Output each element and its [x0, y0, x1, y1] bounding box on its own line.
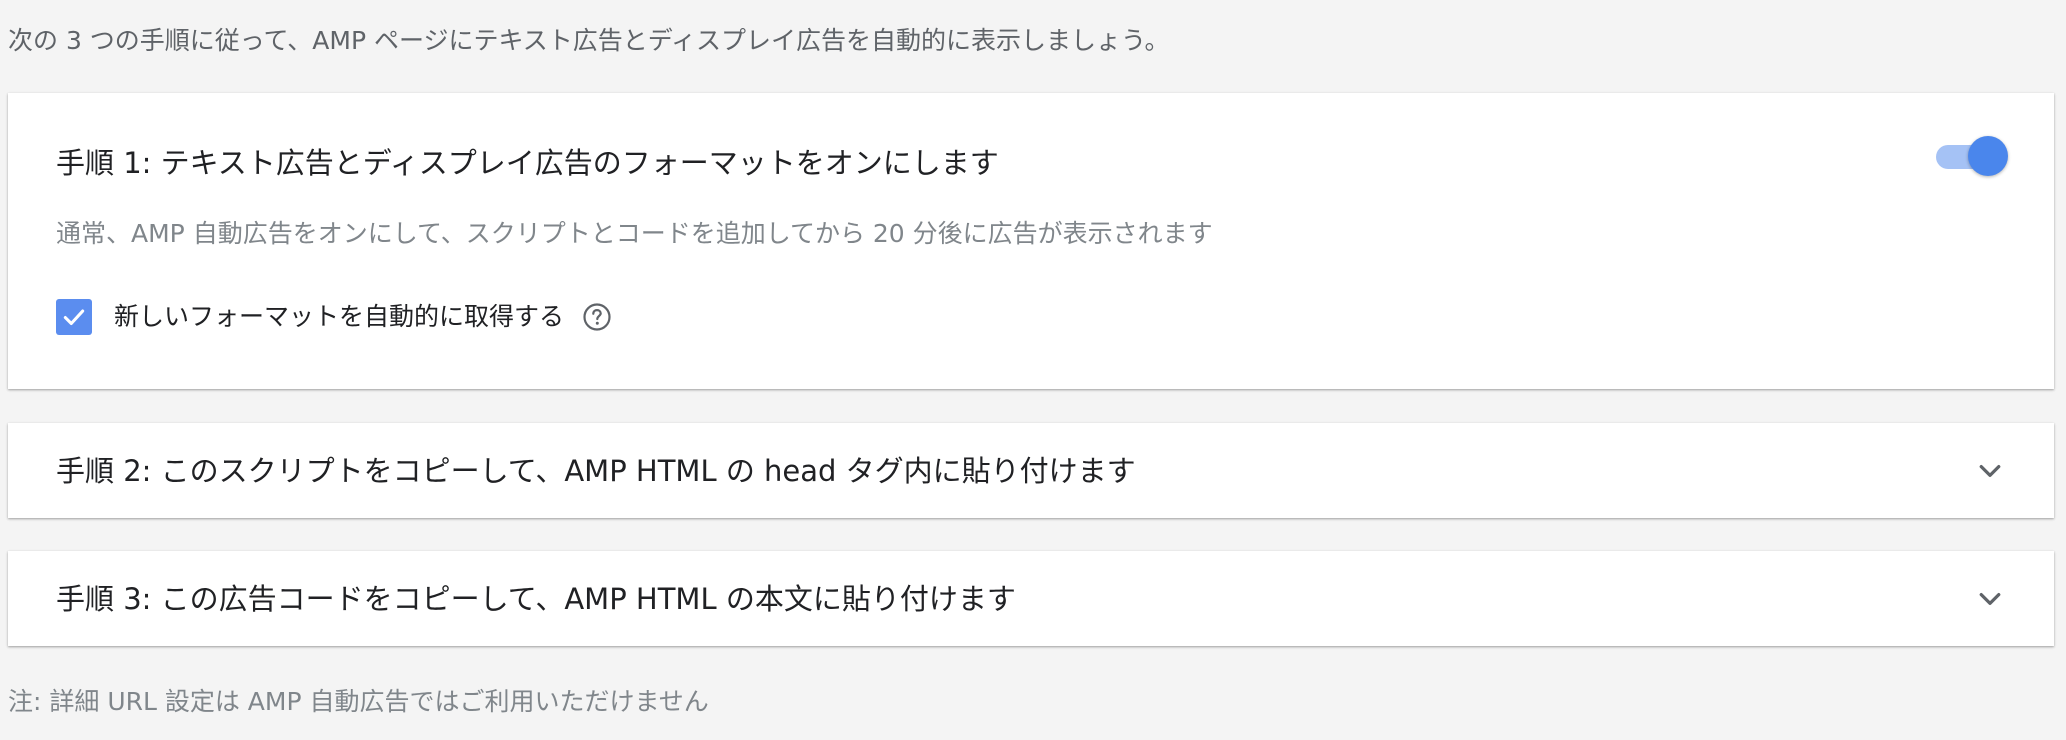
help-circle-icon[interactable] [582, 302, 612, 332]
auto-formats-checkbox[interactable] [56, 299, 92, 335]
amp-auto-ads-page: 次の 3 つの手順に従って、AMP ページにテキスト広告とディスプレイ広告を自動… [0, 0, 2066, 740]
step-3-card[interactable]: 手順 3: この広告コードをコピーして、AMP HTML の本文に貼り付けます [8, 551, 2054, 646]
chevron-down-icon [1979, 465, 2001, 477]
auto-formats-label[interactable]: 新しいフォーマットを自動的に取得する [114, 300, 564, 334]
formats-toggle[interactable] [1936, 135, 2008, 176]
toggle-thumb [1968, 136, 2008, 176]
note-text: 注: 詳細 URL 設定は AMP 自動広告ではご利用いただけません [8, 687, 709, 716]
step-1-title: 手順 1: テキスト広告とディスプレイ広告のフォーマットをオンにします [56, 146, 999, 180]
step-1-card: 手順 1: テキスト広告とディスプレイ広告のフォーマットをオンにします 通常、A… [8, 93, 2054, 389]
chevron-down-icon [1979, 593, 2001, 605]
step-2-title: 手順 2: このスクリプトをコピーして、AMP HTML の head タグ内に… [56, 454, 1136, 488]
intro-text: 次の 3 つの手順に従って、AMP ページにテキスト広告とディスプレイ広告を自動… [8, 26, 1170, 55]
expand-step-2-button[interactable] [1972, 453, 2008, 489]
step-1-description: 通常、AMP 自動広告をオンにして、スクリプトとコードを追加してから 20 分後… [56, 219, 1213, 248]
checkmark-icon [63, 309, 85, 326]
step-2-card[interactable]: 手順 2: このスクリプトをコピーして、AMP HTML の head タグ内に… [8, 423, 2054, 518]
expand-step-3-button[interactable] [1972, 581, 2008, 617]
step-3-title: 手順 3: この広告コードをコピーして、AMP HTML の本文に貼り付けます [56, 582, 1016, 616]
auto-formats-option: 新しいフォーマットを自動的に取得する [56, 297, 612, 337]
